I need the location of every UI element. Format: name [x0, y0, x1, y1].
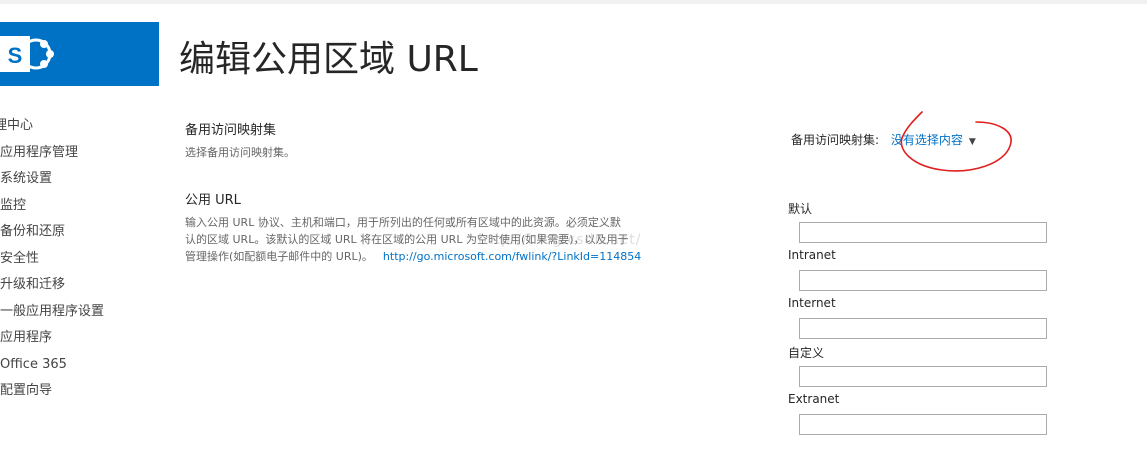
public-url-description-line1: 输入公用 URL 协议、主机和端口，用于所列出的任何或所有区域中的此资源。必须定…	[185, 216, 621, 229]
zone-intranet: Intranet	[788, 248, 1047, 296]
public-url-description-line3: 管理操作(如配额电子邮件中的 URL)。	[185, 250, 373, 263]
mapping-collection-row: 备用访问映射集: 没有选择内容 ▼	[791, 131, 976, 148]
sharepoint-icon: S	[0, 36, 54, 72]
page-title: 编辑公用区域 URL	[179, 39, 478, 80]
zone-input-extranet[interactable]	[799, 414, 1047, 435]
zone-label-custom: 自定义	[788, 346, 825, 360]
nav-item-apps[interactable]: 应用程序	[0, 326, 104, 353]
zone-url-fields: 默认 Intranet Internet 自定义 Extranet	[788, 200, 1047, 440]
zone-label-default: 默认	[788, 202, 813, 216]
nav-item-application-management[interactable]: 应用程序管理	[0, 141, 104, 168]
nav-item-backup-restore[interactable]: 备份和还原	[0, 220, 104, 247]
public-url-description: 输入公用 URL 协议、主机和端口，用于所列出的任何或所有区域中的此资源。必须定…	[185, 214, 665, 265]
public-url-section: 公用 URL 输入公用 URL 协议、主机和端口，用于所列出的任何或所有区域中的…	[185, 189, 665, 265]
zone-custom: 自定义	[788, 344, 1047, 392]
zone-label-internet: Internet	[788, 296, 836, 310]
zone-label-intranet: Intranet	[788, 248, 836, 262]
zone-input-intranet[interactable]	[799, 270, 1047, 291]
mapping-collection-section: 备用访问映射集 选择备用访问映射集。	[185, 119, 665, 161]
nav-item-office-365[interactable]: Office 365	[0, 353, 104, 380]
public-url-description-line2: 认的区域 URL。该默认的区域 URL 将在区域的公用 URL 为空时使用(如果…	[185, 233, 629, 246]
zone-input-custom[interactable]	[799, 366, 1047, 387]
mapping-collection-dropdown[interactable]: 没有选择内容 ▼	[891, 131, 976, 148]
zone-default: 默认	[788, 200, 1047, 248]
nav-item-security[interactable]: 安全性	[0, 247, 104, 274]
zone-extranet: Extranet	[788, 392, 1047, 440]
nav-item-configuration-wizards[interactable]: 配置向导	[0, 379, 104, 406]
top-bar	[0, 0, 1147, 4]
mapping-collection-description: 选择备用访问映射集。	[185, 146, 295, 159]
sharepoint-logo[interactable]: S	[0, 22, 159, 86]
zone-input-internet[interactable]	[799, 318, 1047, 339]
mapping-collection-heading: 备用访问映射集	[185, 123, 277, 138]
zone-input-default[interactable]	[799, 222, 1047, 243]
mapping-collection-label: 备用访问映射集:	[791, 133, 880, 147]
mapping-collection-value: 没有选择内容	[890, 133, 963, 147]
public-url-heading: 公用 URL	[185, 193, 241, 208]
nav-item-upgrade-migration[interactable]: 升级和迁移	[0, 273, 104, 300]
chevron-down-icon: ▼	[968, 137, 976, 147]
zone-internet: Internet	[788, 296, 1047, 344]
nav-item-system-settings[interactable]: 系统设置	[0, 167, 104, 194]
zone-label-extranet: Extranet	[788, 392, 840, 406]
nav-item-central-admin[interactable]: 理中心	[0, 114, 104, 141]
nav-item-monitoring[interactable]: 监控	[0, 194, 104, 221]
nav-item-general-app-settings[interactable]: 一般应用程序设置	[0, 300, 104, 327]
quick-launch-nav: 理中心 应用程序管理 系统设置 监控 备份和还原 安全性 升级和迁移 一般应用程…	[0, 114, 104, 406]
logo-letter: S	[8, 43, 23, 68]
help-link[interactable]: http://go.microsoft.com/fwlink/?LinkId=1…	[383, 250, 641, 263]
